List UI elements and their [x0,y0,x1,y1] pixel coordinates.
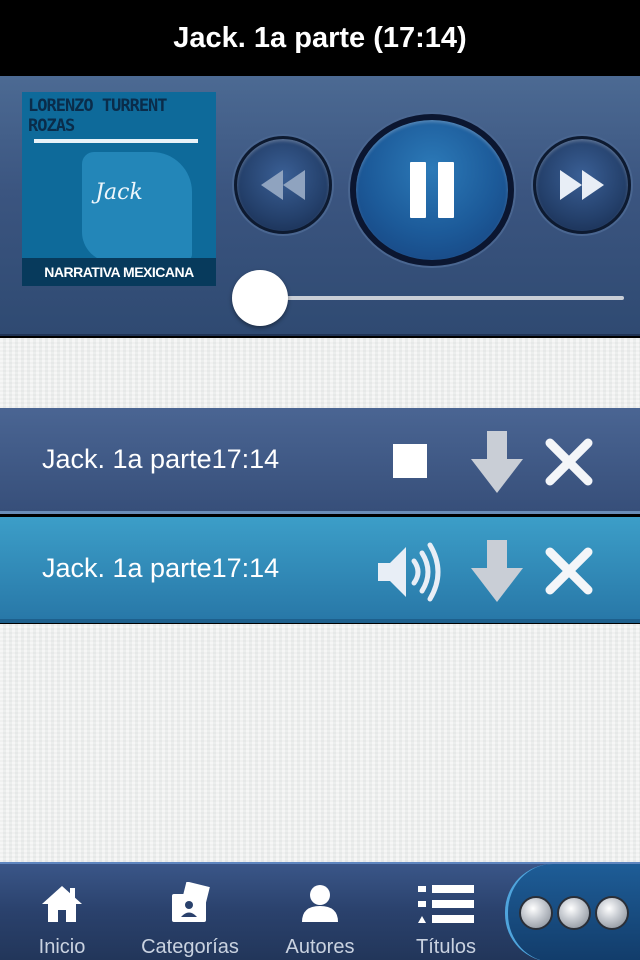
background-texture [0,624,640,862]
fast-forward-icon [560,170,604,200]
download-arrow-icon [471,540,523,602]
playing-indicator[interactable] [376,541,442,603]
close-icon [545,547,593,595]
pause-icon [404,162,460,218]
download-arrow-icon [471,431,523,493]
tab-label: Títulos [415,936,477,958]
more-orbs-icon [557,896,591,930]
rewind-button[interactable] [234,136,332,234]
more-button[interactable] [505,864,640,960]
speaker-icon [378,542,441,602]
cover-rule [34,139,198,143]
tab-titulos[interactable]: Títulos [386,864,506,960]
more-orbs-icon [595,896,629,930]
background-texture [0,338,640,408]
delete-button[interactable] [543,545,595,597]
download-button[interactable] [470,539,524,603]
tab-bar: Inicio Categorías Autores Títulos [0,862,640,960]
tab-label: Autores [285,936,355,958]
track-label: Jack. 1a parte17:14 [42,444,280,474]
track-row[interactable]: Jack. 1a parte17:14 [0,517,640,623]
cover-book-title: Jack [95,180,143,205]
tab-categorias[interactable]: Categorías [130,864,250,960]
stop-button[interactable] [393,444,427,478]
tab-autores[interactable]: Autores [260,864,380,960]
progress-knob[interactable] [232,270,288,326]
track-row[interactable]: Jack. 1a parte17:14 [0,408,640,514]
download-button[interactable] [470,430,524,494]
fast-forward-button[interactable] [533,136,631,234]
tab-inicio[interactable]: Inicio [2,864,122,960]
player-panel: LORENZO TURRENT ROZAS Jack NARRATIVA MEX… [0,76,640,336]
album-cover: LORENZO TURRENT ROZAS Jack NARRATIVA MEX… [22,92,216,286]
cover-author: LORENZO TURRENT ROZAS [28,96,212,136]
list-icon [418,885,474,923]
cover-author-line2: ROZAS [28,116,75,136]
progress-track[interactable] [260,296,624,300]
tab-label: Categorías [141,936,239,958]
more-orbs-icon [519,896,553,930]
person-icon [302,885,338,922]
cover-map-shape [82,152,192,262]
stop-icon [393,444,427,478]
rewind-icon [261,170,305,200]
tab-label: Inicio [38,936,86,958]
cover-series: NARRATIVA MEXICANA [22,258,216,286]
categories-icon [172,882,210,922]
close-icon [545,438,593,486]
track-label: Jack. 1a parte17:14 [42,553,280,583]
page-title: Jack. 1a parte (17:14) [0,0,640,76]
home-icon [42,886,82,922]
pause-button[interactable] [350,114,514,266]
delete-button[interactable] [543,436,595,488]
cover-author-line1: LORENZO TURRENT [28,96,168,116]
